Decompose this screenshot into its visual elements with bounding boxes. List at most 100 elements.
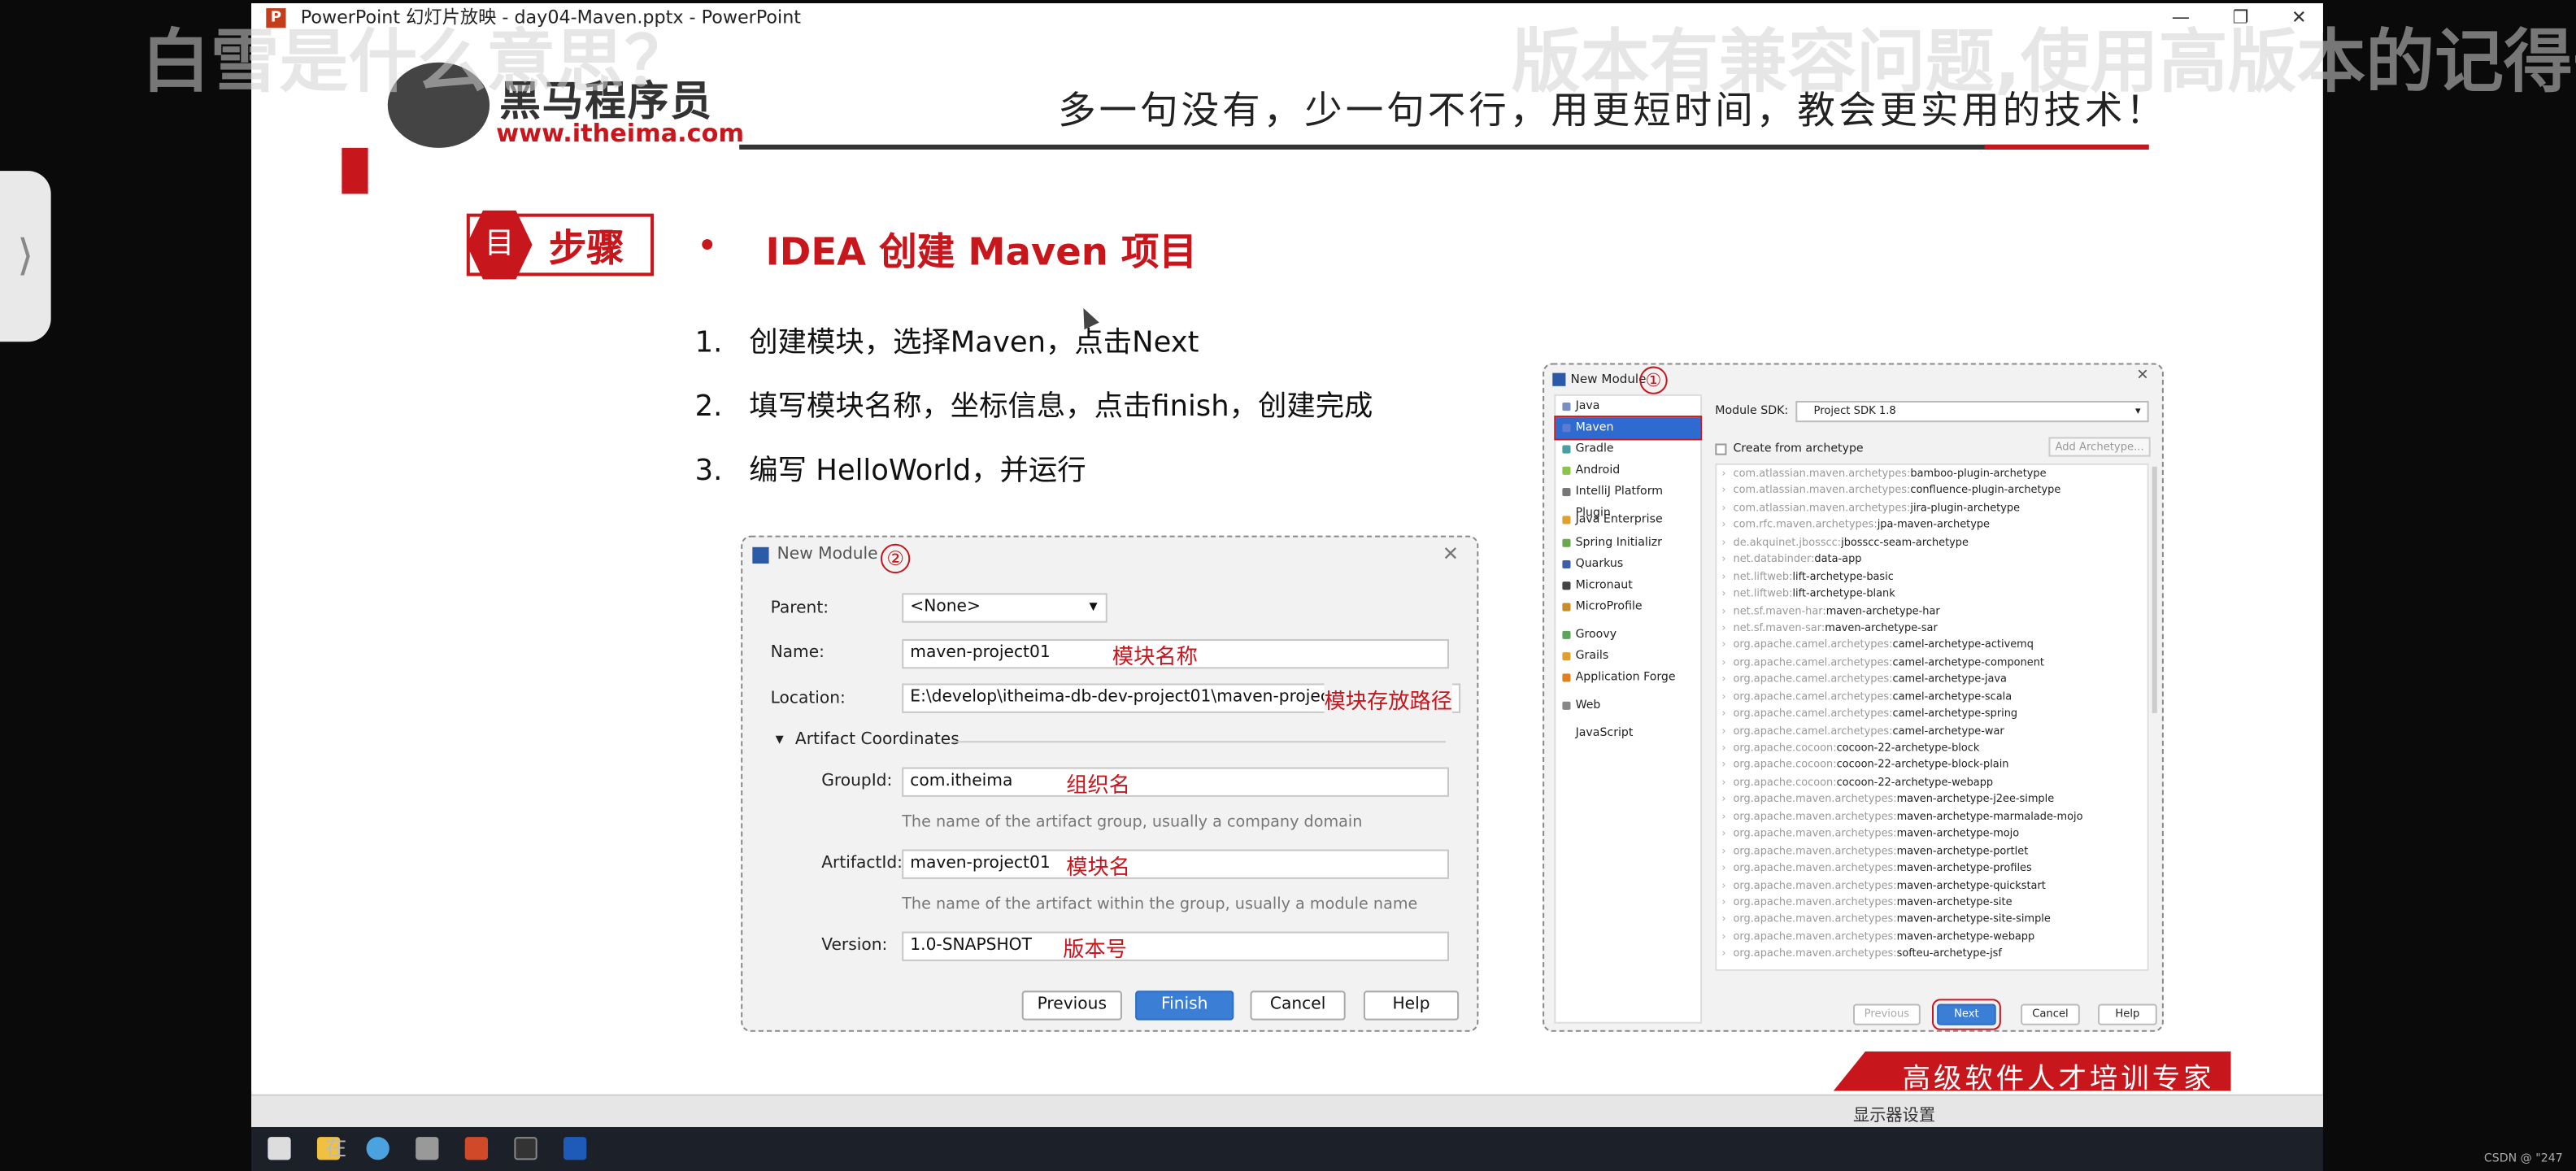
header-red-bar <box>342 147 368 194</box>
step-marker: ① <box>1639 366 1668 394</box>
brand-url: www.itheima.com <box>496 118 745 148</box>
intellij-taskbar-icon[interactable] <box>563 1137 587 1160</box>
artifactid-annotation: 模块名 <box>1066 855 1131 881</box>
module-type-label: Java Enterprise <box>1575 513 1663 527</box>
slide-heading: IDEA 创建 Maven 项目 <box>765 231 1197 275</box>
archetype-item: › org.apache.maven.archetypes:softeu-arch… <box>1717 945 2147 962</box>
groupid-hint: The name of the artifact group, usually … <box>902 813 1363 832</box>
version-annotation: 版本号 <box>1063 938 1128 963</box>
module-type-item: Gradle <box>1556 439 1700 460</box>
parent-select: <None> ▾ <box>902 593 1107 623</box>
archetype-item: › org.apache.maven.archetypes:maven-arche… <box>1717 877 2147 894</box>
archetype-item: › com.atlassian.maven.archetypes:jira-plu… <box>1717 499 2147 516</box>
step-item: 2. 填写模块名称，坐标信息，点击finish，创建完成 <box>694 390 1373 424</box>
windows-start-icon[interactable] <box>268 1137 291 1160</box>
archetype-checkbox <box>1715 443 1727 455</box>
chevron-right-icon: › <box>1721 792 1726 806</box>
chevron-right-icon: › <box>1721 826 1726 840</box>
previous-button: Previous <box>1853 1003 1921 1025</box>
chevron-right-icon: › <box>1721 638 1726 651</box>
chevron-right-icon: › <box>1721 655 1726 668</box>
screen: P PowerPoint 幻灯片放映 - day04-Maven.pptx - … <box>0 0 2576 1171</box>
nav-separator <box>1556 618 1700 625</box>
help-button: Help <box>2098 1003 2157 1025</box>
app-icon[interactable] <box>416 1137 439 1160</box>
chevron-right-icon: › <box>1721 518 1726 532</box>
terminal-icon[interactable] <box>514 1137 537 1160</box>
chevron-right-icon: › <box>1721 809 1726 823</box>
module-type-label: Grails <box>1575 649 1609 663</box>
module-type-item: Java Enterprise <box>1556 510 1700 531</box>
archetype-group: org.apache.cocoon: <box>1733 741 1837 755</box>
archetype-group: net.sf.maven-sar: <box>1733 620 1825 634</box>
archetype-name: maven-archetype-sar <box>1825 620 1938 634</box>
version-field: 1.0-SNAPSHOT <box>902 931 1449 961</box>
archetype-name: maven-archetype-profiles <box>1896 860 2032 874</box>
chevron-right-icon: › <box>1721 672 1726 686</box>
watermark: CSDN @ "247 <box>2483 1151 2563 1165</box>
chevron-right-icon: › <box>1721 620 1726 634</box>
archetype-list: › com.atlassian.maven.archetypes:bamboo-p… <box>1715 463 2149 972</box>
chevron-down-icon: ▾ <box>2134 404 2141 418</box>
module-type-label: Android <box>1575 464 1621 477</box>
chevron-right-icon: › <box>1721 707 1726 720</box>
side-expand-tab[interactable]: ⟩ <box>0 171 51 342</box>
intellij-icon <box>1552 372 1566 386</box>
archetype-group: org.apache.cocoon: <box>1733 758 1837 772</box>
archetype-name: jira-plugin-archetype <box>1910 500 2021 515</box>
archetype-item: › com.atlassian.maven.archetypes:bamboo-p… <box>1717 465 2147 482</box>
chrome-icon[interactable] <box>366 1137 389 1160</box>
archetype-group: net.sf.maven-har: <box>1733 603 1826 617</box>
parent-label: Parent: <box>770 599 829 618</box>
chevron-right-icon: › <box>1721 483 1726 498</box>
module-type-icon <box>1562 467 1571 476</box>
danmaku-comment: 白雪是什么意思？ <box>141 21 694 102</box>
archetype-item: › org.apache.camel.archetypes:camel-arche… <box>1717 688 2147 705</box>
archetype-group: org.apache.maven.archetypes: <box>1733 826 1897 840</box>
archetype-group: org.apache.camel.archetypes: <box>1733 724 1893 738</box>
module-type-label: Web <box>1575 699 1601 712</box>
chevron-down-icon: ▾ <box>1089 598 1098 616</box>
archetype-group: org.apache.maven.archetypes: <box>1733 895 1897 909</box>
taskbar-search[interactable]: 在 <box>325 1130 346 1161</box>
module-type-label: MicroProfile <box>1575 599 1643 613</box>
status-bar: 显示器设置 <box>251 1094 2323 1127</box>
module-type-item: Web <box>1556 695 1700 716</box>
bullet-icon: • <box>696 226 718 268</box>
step-label: 步骤 <box>548 228 624 272</box>
chevron-right-icon: ⟩ <box>17 231 34 281</box>
name-label: Name: <box>770 643 825 663</box>
archetype-group: net.liftweb: <box>1733 569 1793 583</box>
archetype-item: › org.apache.maven.archetypes:maven-arche… <box>1717 790 2147 808</box>
add-archetype-button: Add Archetype... <box>2048 437 2151 457</box>
archetype-name: lift-archetype-basic <box>1792 569 1894 583</box>
module-type-icon <box>1562 559 1571 568</box>
module-type-label: Application Forge <box>1575 670 1676 684</box>
chevron-right-icon: › <box>1721 500 1726 515</box>
archetype-item: › com.atlassian.maven.archetypes:confluen… <box>1717 482 2147 499</box>
module-type-icon <box>1562 603 1571 612</box>
chevron-down-icon: ▾ <box>775 731 784 750</box>
archetype-group: org.apache.maven.archetypes: <box>1733 860 1897 874</box>
archetype-name: maven-archetype-har <box>1825 603 1940 617</box>
archetype-group: org.apache.maven.archetypes: <box>1733 947 1897 960</box>
module-type-item: Application Forge <box>1556 668 1700 689</box>
cancel-button: Cancel <box>1250 990 1346 1021</box>
powerpoint-taskbar-icon[interactable] <box>464 1137 489 1160</box>
version-label: Version: <box>821 936 888 955</box>
module-type-icon <box>1562 516 1571 525</box>
archetype-name: data-app <box>1814 552 1862 566</box>
archetype-name: jbosscc-seam-archetype <box>1841 535 1969 549</box>
scrollbar <box>2152 466 2157 713</box>
display-settings-button[interactable]: 显示器设置 <box>1853 1101 1935 1125</box>
archetype-name: camel-archetype-component <box>1892 655 2044 668</box>
archetype-item: › org.apache.maven.archetypes:maven-arche… <box>1717 928 2147 945</box>
chevron-right-icon: › <box>1721 860 1726 874</box>
name-annotation: 模块名称 <box>1112 646 1198 671</box>
nav-separator <box>1556 689 1700 695</box>
module-type-icon <box>1562 424 1571 433</box>
chevron-right-icon: › <box>1721 947 1726 960</box>
chevron-right-icon: › <box>1721 895 1726 909</box>
sdk-label: Module SDK: <box>1715 404 1789 418</box>
archetype-item: › org.apache.maven.archetypes:maven-arche… <box>1717 860 2147 877</box>
